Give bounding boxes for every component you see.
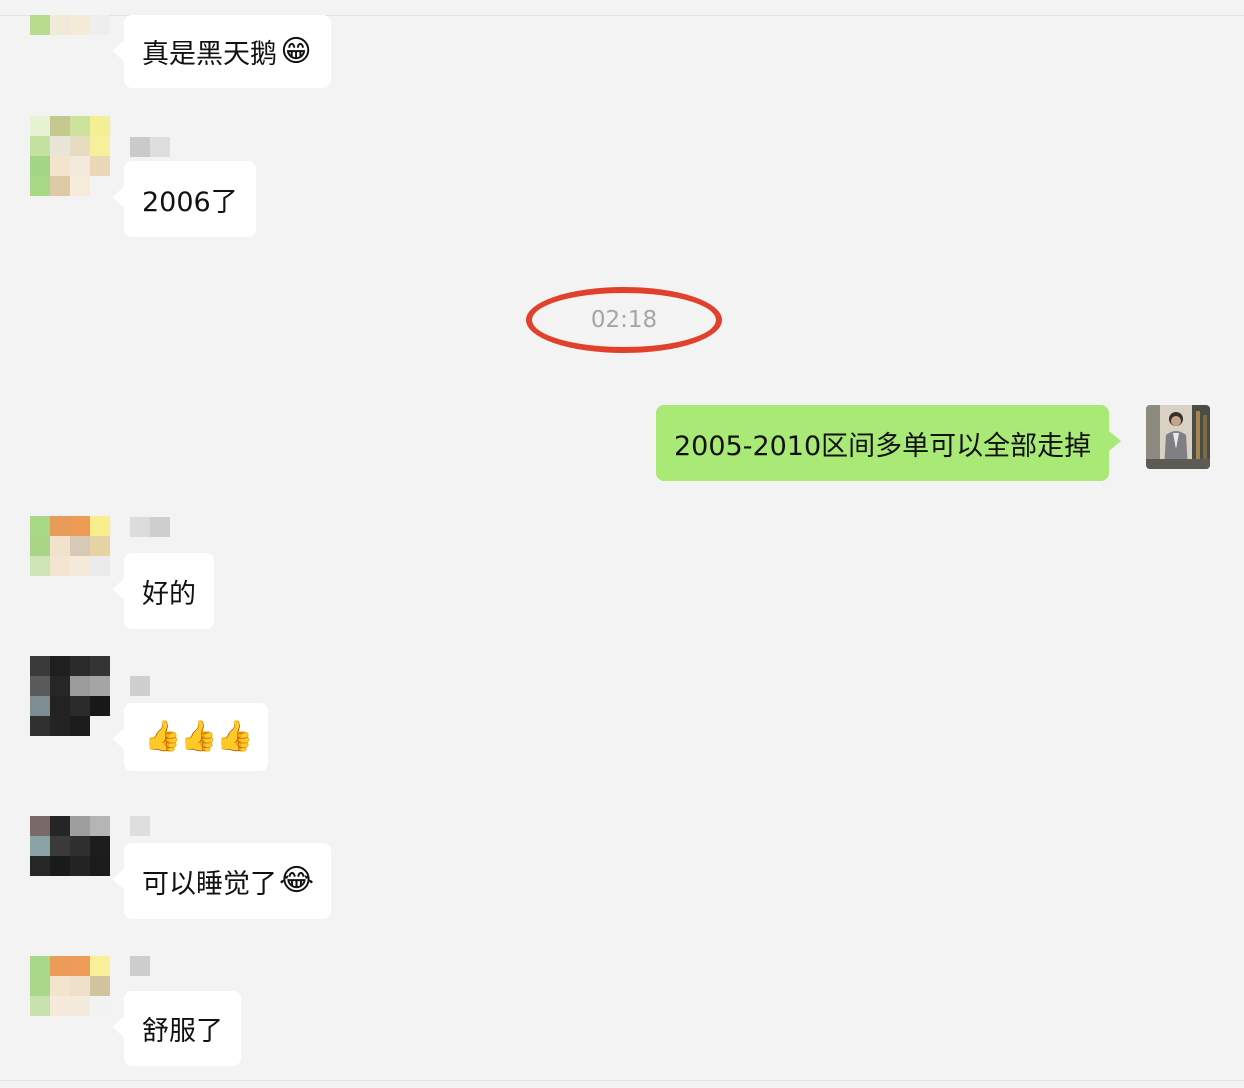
sender-name-blurred bbox=[130, 816, 150, 836]
message-bubble[interactable]: 好的 bbox=[112, 553, 214, 629]
avatar-blurred[interactable] bbox=[30, 656, 110, 736]
message-bubble[interactable]: 可以睡觉了 😂 bbox=[112, 843, 331, 919]
message-text: 好的 bbox=[142, 578, 196, 610]
avatar-blurred[interactable] bbox=[30, 516, 110, 596]
message-bubble[interactable]: 舒服了 bbox=[112, 991, 241, 1066]
sender-name-blurred bbox=[130, 676, 150, 696]
grinning-face-icon: 😁 bbox=[280, 33, 312, 69]
avatar-self[interactable] bbox=[1146, 405, 1210, 469]
sender-name-blurred bbox=[130, 517, 170, 537]
message-text: 舒服了 bbox=[142, 1016, 223, 1047]
message-bubble[interactable]: 2006了 bbox=[112, 161, 256, 237]
message-text: 可以睡觉了 bbox=[142, 868, 277, 900]
bottom-divider bbox=[0, 1080, 1244, 1081]
avatar-blurred[interactable] bbox=[30, 116, 110, 196]
chat-window: 真是黑天鹅 😁 2006了 02:18 2005-2010区间多单可以全部走掉 bbox=[0, 0, 1244, 1088]
thumbs-up-icon: 👍 bbox=[144, 719, 182, 754]
message-bubble[interactable]: 真是黑天鹅 😁 bbox=[112, 15, 331, 88]
thumbs-up-icon: 👍 bbox=[180, 719, 218, 754]
avatar-blurred[interactable] bbox=[30, 816, 110, 896]
person-photo-icon bbox=[1146, 405, 1210, 469]
sender-name-blurred bbox=[130, 956, 150, 976]
sender-name-blurred bbox=[130, 137, 170, 157]
message-bubble-self[interactable]: 2005-2010区间多单可以全部走掉 bbox=[656, 405, 1122, 481]
message-bubble[interactable]: 👍 👍 👍 bbox=[112, 703, 268, 771]
tears-of-joy-icon: 😂 bbox=[279, 863, 315, 898]
thumbs-up-icon: 👍 bbox=[216, 719, 254, 754]
message-text: 2005-2010区间多单可以全部走掉 bbox=[674, 430, 1092, 462]
message-text: 2006了 bbox=[142, 186, 238, 218]
annotation-circle bbox=[526, 287, 722, 353]
avatar-blurred[interactable] bbox=[30, 956, 110, 1036]
message-text: 真是黑天鹅 bbox=[142, 39, 277, 70]
avatar-blurred[interactable] bbox=[30, 0, 110, 35]
